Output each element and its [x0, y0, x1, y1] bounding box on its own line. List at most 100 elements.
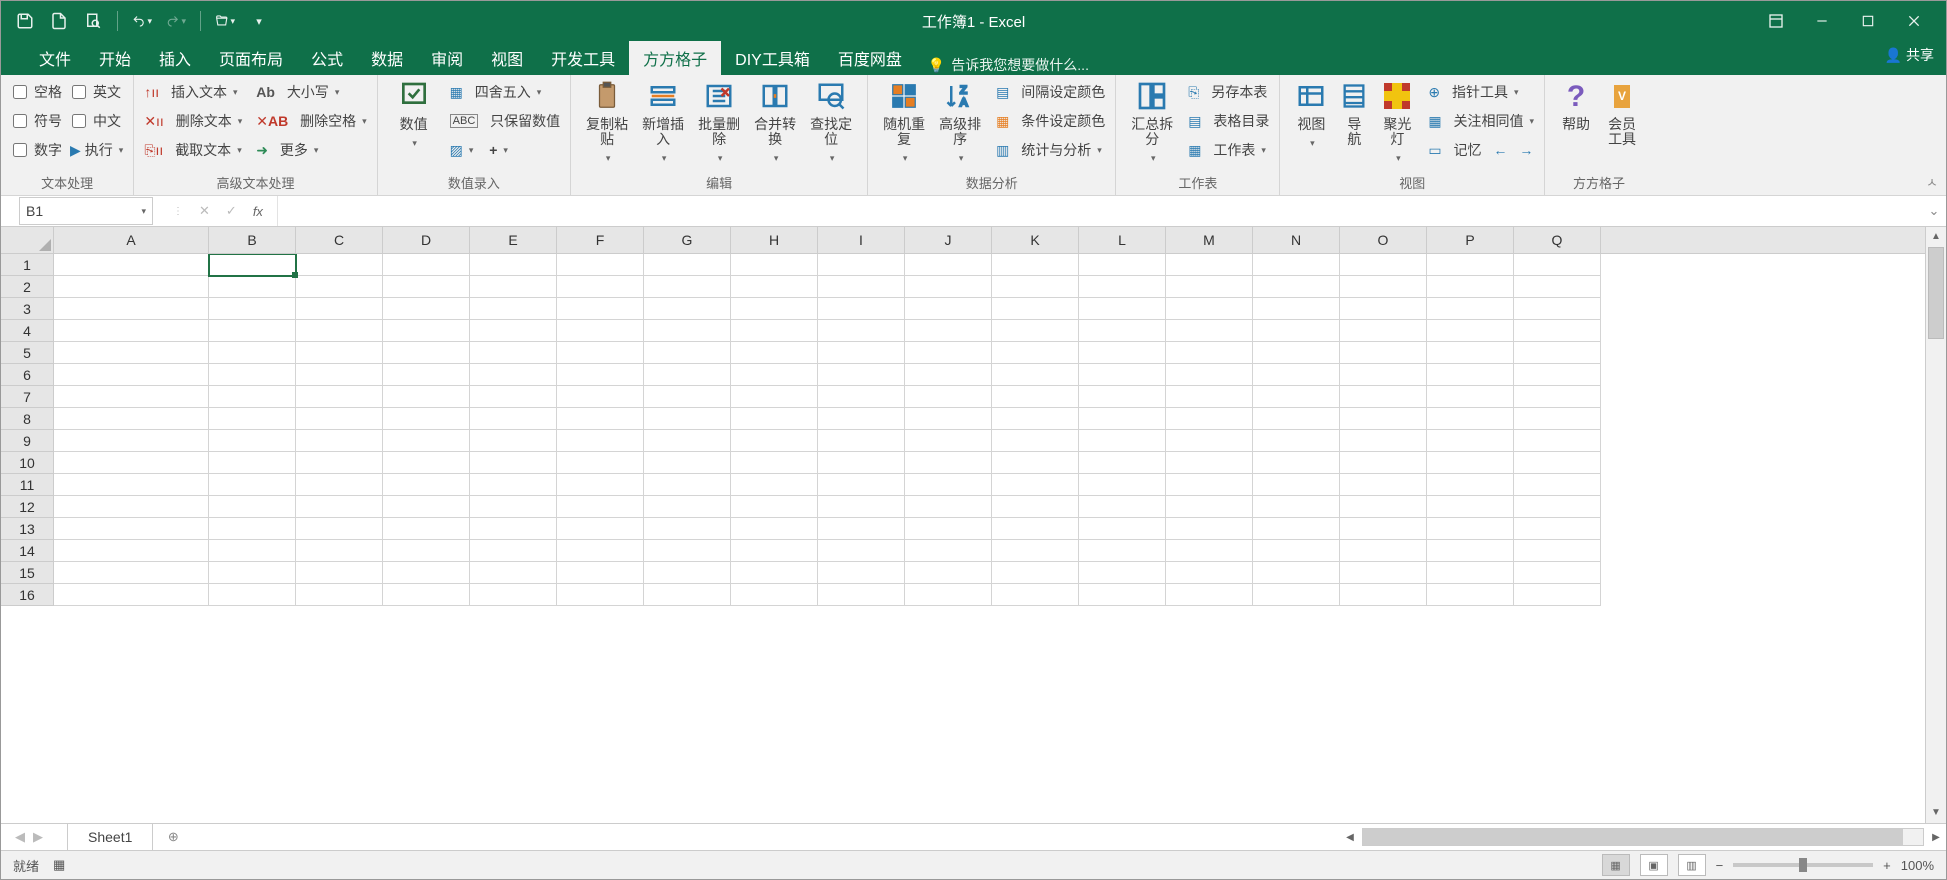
- share-button[interactable]: 👤 共享: [1885, 45, 1934, 65]
- cell[interactable]: [1166, 452, 1253, 474]
- cell[interactable]: [905, 276, 992, 298]
- cell[interactable]: [992, 408, 1079, 430]
- cell[interactable]: [1340, 320, 1427, 342]
- cell[interactable]: [296, 254, 383, 276]
- cell[interactable]: [1166, 584, 1253, 606]
- cell[interactable]: [209, 474, 296, 496]
- cell[interactable]: [731, 562, 818, 584]
- row-header[interactable]: 15: [1, 562, 54, 584]
- insert[interactable]: 新增插入▾: [635, 79, 691, 166]
- cell[interactable]: [209, 342, 296, 364]
- cell[interactable]: [1427, 254, 1514, 276]
- chk-chinese[interactable]: 中文: [68, 108, 125, 134]
- cell[interactable]: [731, 518, 818, 540]
- open-icon[interactable]: ▾: [215, 11, 235, 31]
- cell[interactable]: [731, 298, 818, 320]
- cell[interactable]: [818, 474, 905, 496]
- cell[interactable]: [54, 540, 209, 562]
- col-N[interactable]: N: [1253, 227, 1340, 253]
- batch-delete[interactable]: 批量删除▾: [691, 79, 747, 166]
- cell[interactable]: [54, 298, 209, 320]
- cell[interactable]: [1079, 430, 1166, 452]
- cell[interactable]: [1253, 540, 1340, 562]
- cell[interactable]: [470, 452, 557, 474]
- cell[interactable]: [1253, 496, 1340, 518]
- cell[interactable]: [992, 474, 1079, 496]
- cell[interactable]: [54, 518, 209, 540]
- enter-icon[interactable]: ✓: [226, 203, 237, 219]
- nav-btn[interactable]: 导航: [1334, 79, 1374, 147]
- print-preview-icon[interactable]: [83, 11, 103, 31]
- cell[interactable]: [818, 584, 905, 606]
- row-header[interactable]: 6: [1, 364, 54, 386]
- col-D[interactable]: D: [383, 227, 470, 253]
- cell[interactable]: [470, 562, 557, 584]
- cell[interactable]: [557, 276, 644, 298]
- row-header[interactable]: 9: [1, 430, 54, 452]
- cell[interactable]: [1514, 474, 1601, 496]
- cell[interactable]: [1340, 584, 1427, 606]
- scroll-left-icon[interactable]: ◀: [1340, 832, 1360, 843]
- misc-icons[interactable]: ▨▾ +▾: [448, 137, 563, 163]
- keep-number[interactable]: ABC 只保留数值: [448, 108, 563, 134]
- cell[interactable]: [296, 430, 383, 452]
- undo-icon[interactable]: ▾: [132, 11, 152, 31]
- cell[interactable]: [296, 584, 383, 606]
- cell[interactable]: [557, 518, 644, 540]
- cell[interactable]: [992, 540, 1079, 562]
- cell[interactable]: [557, 562, 644, 584]
- cell[interactable]: [557, 320, 644, 342]
- cell[interactable]: [1340, 518, 1427, 540]
- cell[interactable]: [557, 342, 644, 364]
- cell[interactable]: [905, 496, 992, 518]
- sheet-tab[interactable]: Sheet1: [67, 823, 153, 852]
- col-C[interactable]: C: [296, 227, 383, 253]
- cell[interactable]: [1427, 518, 1514, 540]
- cell[interactable]: [1340, 474, 1427, 496]
- cell[interactable]: [1427, 474, 1514, 496]
- cell[interactable]: [818, 430, 905, 452]
- hscroll-thumb[interactable]: [1363, 829, 1903, 845]
- vip-btn[interactable]: V会员工具: [1599, 79, 1645, 147]
- row-header[interactable]: 1: [1, 254, 54, 276]
- cell[interactable]: [731, 474, 818, 496]
- cell[interactable]: [818, 408, 905, 430]
- advanced-sort[interactable]: ZA高级排序▾: [932, 79, 988, 166]
- qat-customize-icon[interactable]: ▾: [249, 11, 269, 31]
- cell[interactable]: [1340, 408, 1427, 430]
- cell[interactable]: [383, 276, 470, 298]
- cell[interactable]: [1514, 298, 1601, 320]
- tab-insert[interactable]: 插入: [145, 41, 205, 75]
- cell[interactable]: [644, 584, 731, 606]
- cell[interactable]: [1253, 254, 1340, 276]
- cell[interactable]: [1166, 386, 1253, 408]
- cell[interactable]: [992, 496, 1079, 518]
- cell[interactable]: [644, 386, 731, 408]
- page-break-icon[interactable]: ▥: [1678, 854, 1706, 876]
- cell[interactable]: [296, 276, 383, 298]
- cell[interactable]: [1079, 518, 1166, 540]
- col-L[interactable]: L: [1079, 227, 1166, 253]
- normal-view-icon[interactable]: ▦: [1602, 854, 1630, 876]
- cell[interactable]: [992, 342, 1079, 364]
- cell[interactable]: [1166, 430, 1253, 452]
- cell[interactable]: [209, 364, 296, 386]
- cell[interactable]: [731, 276, 818, 298]
- cell[interactable]: [818, 496, 905, 518]
- macro-icon[interactable]: ▦: [53, 857, 65, 873]
- cell[interactable]: [1253, 298, 1340, 320]
- cell[interactable]: [1427, 320, 1514, 342]
- cell[interactable]: [1079, 562, 1166, 584]
- cell[interactable]: [209, 254, 296, 276]
- cell[interactable]: [1079, 408, 1166, 430]
- cell[interactable]: [383, 342, 470, 364]
- cell[interactable]: [1427, 430, 1514, 452]
- cell[interactable]: [731, 386, 818, 408]
- cell[interactable]: [905, 430, 992, 452]
- view-btn[interactable]: 视图▾: [1288, 79, 1334, 151]
- cell[interactable]: [470, 584, 557, 606]
- cell[interactable]: [1253, 584, 1340, 606]
- cell[interactable]: [1166, 496, 1253, 518]
- cell[interactable]: [1253, 408, 1340, 430]
- cell[interactable]: [731, 584, 818, 606]
